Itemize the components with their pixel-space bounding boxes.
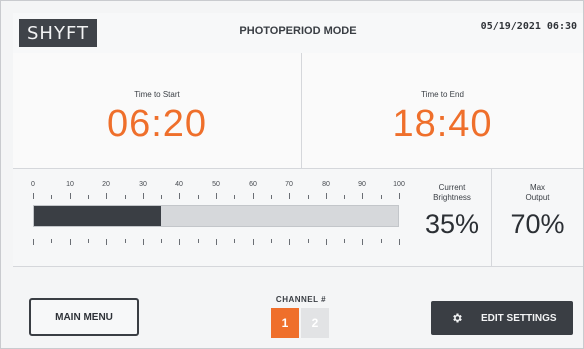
scale-minor-tick bbox=[51, 239, 52, 243]
scale-minor-tick bbox=[234, 195, 235, 199]
time-to-start-value: 06:20 bbox=[106, 103, 208, 145]
scale-label: 90 bbox=[358, 181, 366, 188]
scale-tick bbox=[143, 193, 144, 199]
brightness-scale: 0 10 20 30 40 50 60 70 80 90 100 bbox=[31, 181, 405, 251]
scale-tick bbox=[106, 239, 107, 245]
scale-tick bbox=[33, 239, 34, 245]
scale-minor-tick bbox=[234, 239, 235, 243]
brightness-bar bbox=[33, 205, 399, 227]
time-to-end-label: Time to End bbox=[421, 90, 464, 99]
header-bar: SHYFT PHOTOPERIOD MODE 05/19/2021 06:30 bbox=[13, 13, 583, 54]
scale-label: 0 bbox=[31, 181, 35, 188]
scale-tick bbox=[70, 193, 71, 199]
photoperiod-screen: SHYFT PHOTOPERIOD MODE 05/19/2021 06:30 … bbox=[0, 0, 584, 349]
scale-label: 20 bbox=[102, 181, 110, 188]
brightness-section: 0 10 20 30 40 50 60 70 80 90 100 Current Brightnes… bbox=[13, 169, 583, 267]
channel-label: CHANNEL # bbox=[275, 295, 327, 304]
scale-tick bbox=[70, 239, 71, 245]
scale-tick bbox=[362, 239, 363, 245]
edit-settings-button[interactable]: EDIT SETTINGS bbox=[431, 301, 573, 335]
scale-label: 10 bbox=[66, 181, 74, 188]
scale-tick bbox=[399, 239, 400, 245]
scale-minor-tick bbox=[51, 195, 52, 199]
scale-minor-tick bbox=[161, 239, 162, 243]
scale-minor-tick bbox=[344, 195, 345, 199]
scale-minor-tick bbox=[88, 195, 89, 199]
scale-tick bbox=[399, 193, 400, 199]
scale-label: 80 bbox=[322, 181, 330, 188]
scale-tick bbox=[179, 193, 180, 199]
max-output-value: 70% bbox=[510, 209, 565, 239]
scale-label: 60 bbox=[249, 181, 257, 188]
scale-tick bbox=[106, 193, 107, 199]
scale-minor-tick bbox=[125, 239, 126, 243]
scale-minor-tick bbox=[125, 195, 126, 199]
scale-tick bbox=[362, 193, 363, 199]
scale-minor-tick bbox=[381, 239, 382, 243]
scale-label: 100 bbox=[393, 181, 405, 188]
scale-minor-tick bbox=[381, 195, 382, 199]
scale-tick bbox=[33, 193, 34, 199]
channel-2-button[interactable]: 2 bbox=[301, 308, 329, 338]
scale-tick bbox=[216, 239, 217, 245]
time-to-start-panel: Time to Start 06:20 bbox=[13, 53, 302, 168]
scale-minor-tick bbox=[344, 239, 345, 243]
current-brightness-panel: Current Brightness 35% bbox=[413, 169, 492, 266]
scale-label: 70 bbox=[285, 181, 293, 188]
scale-minor-tick bbox=[308, 195, 309, 199]
scale-label: 50 bbox=[212, 181, 220, 188]
scale-tick bbox=[326, 193, 327, 199]
current-brightness-label: Current Brightness bbox=[433, 183, 471, 202]
scale-tick bbox=[143, 239, 144, 245]
time-to-end-panel: Time to End 18:40 bbox=[302, 53, 583, 168]
scale-tick bbox=[216, 193, 217, 199]
scale-minor-tick bbox=[88, 239, 89, 243]
scale-minor-tick bbox=[198, 239, 199, 243]
scale-tick bbox=[179, 239, 180, 245]
scale-tick bbox=[326, 239, 327, 245]
time-to-start-label: Time to Start bbox=[134, 90, 180, 99]
scale-minor-tick bbox=[161, 195, 162, 199]
edit-settings-label: EDIT SETTINGS bbox=[481, 312, 557, 324]
brightness-bar-fill bbox=[34, 206, 162, 226]
max-output-label: Max Output bbox=[525, 183, 550, 202]
scale-label: 30 bbox=[139, 181, 147, 188]
scale-tick bbox=[289, 239, 290, 245]
max-output-panel: Max Output 70% bbox=[492, 169, 583, 266]
current-brightness-value: 35% bbox=[424, 209, 480, 239]
gear-icon bbox=[453, 313, 462, 323]
time-to-end-value: 18:40 bbox=[392, 103, 493, 145]
scale-tick bbox=[253, 193, 254, 199]
main-menu-button[interactable]: MAIN MENU bbox=[29, 298, 139, 336]
scale-minor-tick bbox=[271, 195, 272, 199]
scale-minor-tick bbox=[271, 239, 272, 243]
scale-label: 40 bbox=[175, 181, 183, 188]
scale-minor-tick bbox=[198, 195, 199, 199]
scale-minor-tick bbox=[308, 239, 309, 243]
channel-1-button[interactable]: 1 bbox=[271, 308, 299, 338]
scale-tick bbox=[289, 193, 290, 199]
footer-bar: MAIN MENU CHANNEL # 1 2 EDIT SETTINGS bbox=[13, 286, 583, 348]
datetime-display: 05/19/2021 06:30 bbox=[480, 21, 577, 32]
timers-section: Time to Start 06:20 Time to End 18:40 bbox=[13, 53, 583, 169]
scale-tick bbox=[253, 239, 254, 245]
